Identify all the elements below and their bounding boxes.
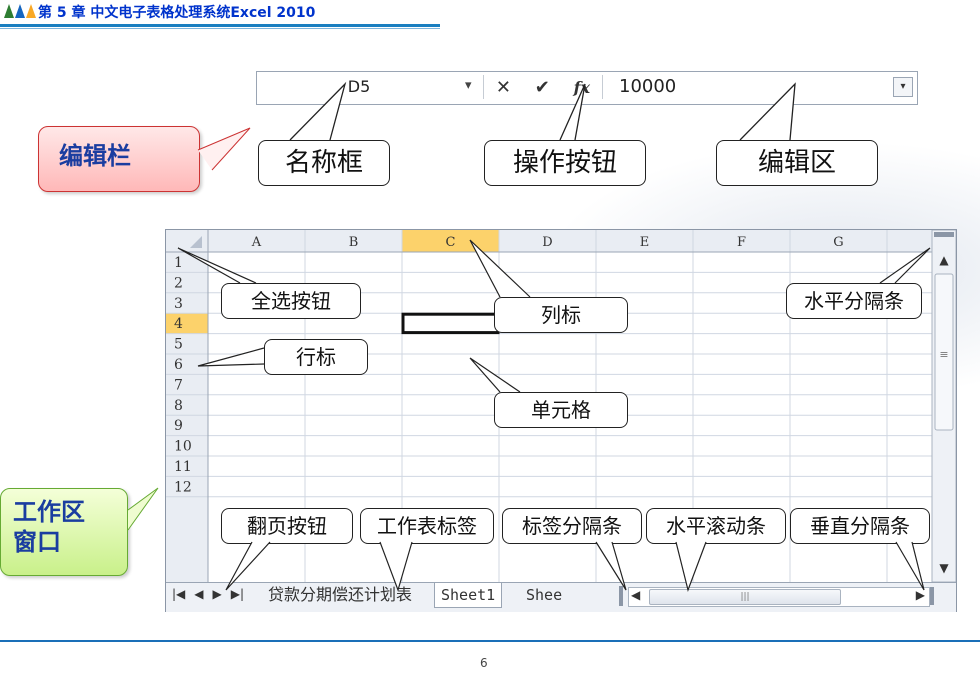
tab-split-pointer	[595, 541, 627, 591]
page-number: 6	[480, 656, 488, 670]
column-header-pointer	[469, 239, 531, 298]
vsplit-pointer	[895, 541, 925, 591]
footer-rule	[0, 640, 980, 642]
hscroll-pointer	[675, 541, 707, 593]
cell-pointer	[469, 357, 521, 393]
callout-pointers-bottom	[127, 239, 931, 593]
hsplit-pointer	[879, 247, 931, 284]
row-header-pointer	[197, 347, 265, 367]
select-all-pointer	[177, 247, 257, 284]
page-buttons-pointer	[225, 541, 271, 591]
sheet-tabs-pointer	[379, 541, 413, 592]
workspace-pointer	[127, 487, 159, 531]
